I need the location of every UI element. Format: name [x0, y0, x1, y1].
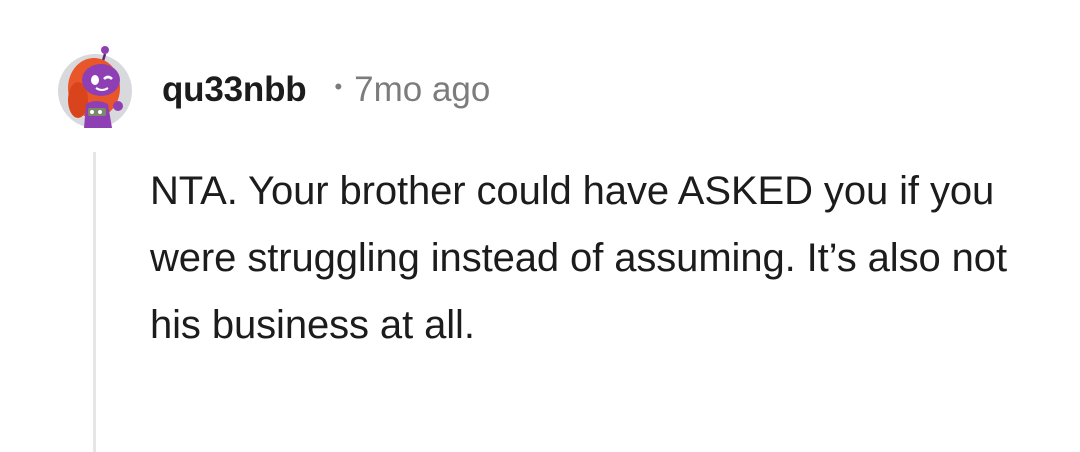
- separator-dot: •: [334, 74, 343, 99]
- thread-line[interactable]: [93, 152, 96, 452]
- comment-body: NTA. Your brother could have ASKED you i…: [150, 169, 1007, 347]
- timestamp: 7mo ago: [354, 70, 491, 109]
- snoo-avatar-icon: [58, 46, 132, 128]
- user-avatar[interactable]: [56, 42, 134, 128]
- comment-header: qu33nbb • 7mo ago: [162, 68, 490, 112]
- username-link[interactable]: qu33nbb: [162, 70, 307, 110]
- comment: qu33nbb • 7mo ago NTA. Your brother coul…: [0, 0, 1080, 452]
